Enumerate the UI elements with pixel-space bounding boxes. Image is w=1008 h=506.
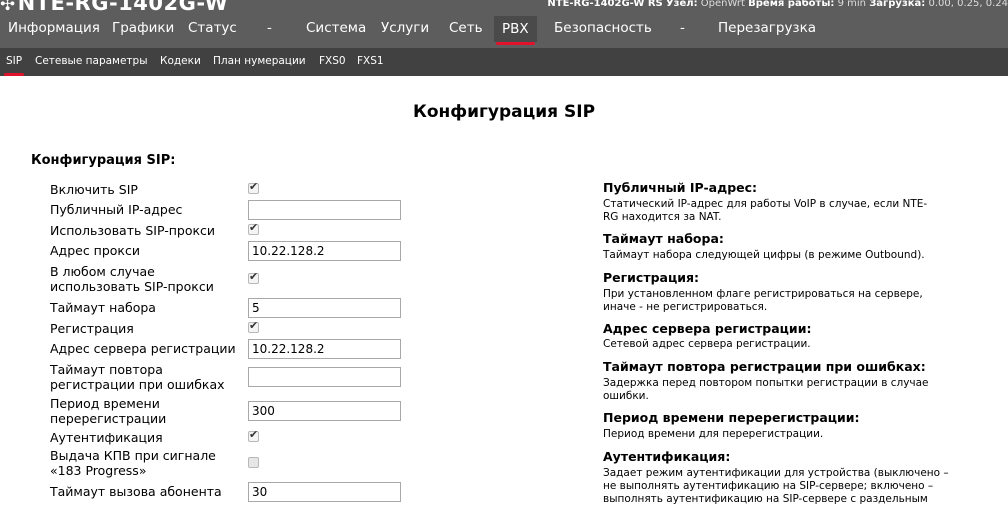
auth-label: Аутентификация [50, 430, 163, 445]
tab-fxs0[interactable]: FXS0 [319, 55, 346, 67]
eltex-logo-icon: ✣ [0, 0, 16, 15]
rereg-period-label-line2: перерегистрации [50, 411, 167, 426]
rereg-period-label-line1: Период времени [50, 396, 160, 411]
menu-system[interactable]: Система [306, 20, 366, 36]
menu-reboot[interactable]: Перезагрузка [718, 20, 816, 36]
reg-retry-label-line1: Таймаут повтора [50, 362, 163, 377]
call-timeout-label: Таймаут вызова абонента [50, 484, 222, 499]
device-name: NTE-RG-1402G-W RS [547, 0, 663, 9]
proxy-address-input[interactable] [248, 241, 401, 261]
help-registration-line2: иначе - не регистрироваться. [603, 301, 768, 313]
help-reg-retry-line1: Задержка перед повтором попытки регистра… [603, 377, 929, 389]
help-auth-line3: выполнять аутентификацию на SIP-сервере … [603, 493, 928, 505]
reg-retry-input[interactable] [248, 367, 401, 387]
reg-server-label: Адрес сервера регистрации [50, 341, 236, 356]
tab-numbering-plan[interactable]: План нумерации [213, 55, 306, 67]
use-proxy-label: Использовать SIP-прокси [50, 223, 216, 238]
help-rereg-period-text: Период времени для перерегистрации. [603, 428, 973, 441]
help-auth-title: Аутентификация: [603, 449, 731, 464]
help-dial-timeout-text: Таймаут набора следующей цифры (в режиме… [603, 249, 973, 262]
status-line: NTE-RG-1402G-W RS Узел: OpenWrt Время ра… [547, 0, 1008, 9]
help-rereg-period-line1: Период времени для перерегистрации. [603, 428, 824, 440]
dial-timeout-input[interactable] [248, 298, 401, 318]
auth-checkbox[interactable] [248, 428, 259, 442]
load-label: Загрузка: [869, 0, 926, 9]
tab-codecs[interactable]: Кодеки [160, 55, 201, 67]
menu-services[interactable]: Услуги [381, 20, 429, 36]
dial-timeout-label: Таймаут набора [50, 300, 156, 315]
node-label: Узел: [665, 0, 698, 9]
help-dial-timeout-title: Таймаут набора: [603, 231, 724, 246]
help-rereg-period-title: Период времени перерегистрации: [603, 410, 860, 425]
menu-pbx[interactable]: PBX [494, 16, 537, 45]
menu-separator-2[interactable]: - [680, 20, 685, 36]
help-auth-line1: Задает режим аутентификации для устройст… [603, 467, 949, 479]
public-ip-input[interactable] [248, 200, 401, 220]
main-menu: Информация Графики Статус - Система Услу… [0, 14, 1008, 46]
call-timeout-input[interactable] [248, 482, 401, 502]
uptime-value: 9 min [837, 0, 866, 9]
help-registration-line1: При установленном флаге регистрироваться… [603, 288, 923, 300]
sub-menu: SIP Сетевые параметры Кодеки План нумера… [0, 48, 1008, 76]
help-reg-server-title: Адрес сервера регистрации: [603, 321, 812, 336]
load-value: 0.00, 0.25, 0.24 [928, 0, 1008, 9]
help-auth-text: Задает режим аутентификации для устройст… [603, 467, 973, 506]
proxy-address-label: Адрес прокси [50, 243, 140, 258]
rereg-period-input[interactable] [248, 401, 401, 421]
help-reg-retry-title: Таймаут повтора регистрации при ошибках: [603, 359, 926, 374]
reg-retry-label-line2: регистрации при ошибках [50, 377, 225, 392]
help-public-ip-title: Публичный IP-адрес: [603, 180, 758, 195]
page-title: Конфигурация SIP [412, 102, 596, 122]
help-reg-server-text: Сетевой адрес сервера регистрации. [603, 338, 973, 351]
help-auth-line2: не выполнять аутентификацию на SIP-серве… [603, 480, 934, 492]
enable-sip-checkbox[interactable] [248, 180, 259, 194]
always-proxy-checkbox[interactable] [248, 270, 259, 284]
reg-server-input[interactable] [248, 339, 401, 359]
always-proxy-label-line2: использовать SIP-прокси [50, 279, 214, 294]
always-proxy-label-line1: В любом случае [50, 264, 155, 279]
section-title: Конфигурация SIP: [31, 153, 176, 168]
help-reg-retry-line2: ошибки. [603, 390, 649, 402]
help-reg-server-line1: Сетевой адрес сервера регистрации. [603, 338, 811, 350]
help-public-ip-text: Статический IP-адрес для работы VoIP в с… [603, 198, 973, 224]
menu-info[interactable]: Информация [8, 20, 100, 36]
menu-security[interactable]: Безопасность [554, 20, 652, 36]
registration-checkbox[interactable] [248, 319, 259, 333]
help-registration-text: При установленном флаге регистрироваться… [603, 288, 973, 314]
kpv-183-checkbox[interactable] [248, 457, 259, 468]
help-dial-timeout-line1: Таймаут набора следующей цифры (в режиме… [603, 249, 925, 261]
top-header: ✣NTE-RG-1402G-W NTE-RG-1402G-W RS Узел: … [0, 0, 1008, 48]
node-value: OpenWrt [700, 0, 745, 9]
menu-status[interactable]: Статус [188, 20, 237, 36]
tab-fxs1[interactable]: FXS1 [357, 55, 384, 67]
menu-network[interactable]: Сеть [449, 20, 483, 36]
help-public-ip-line2: RG находится за NAT. [603, 211, 722, 223]
brand-name: NTE-RG-1402G-W [17, 0, 229, 15]
use-proxy-checkbox[interactable] [248, 221, 259, 235]
tab-network-params[interactable]: Сетевые параметры [35, 55, 148, 67]
enable-sip-label: Включить SIP [50, 182, 138, 197]
menu-separator-1[interactable]: - [267, 20, 272, 36]
help-reg-retry-text: Задержка перед повтором попытки регистра… [603, 377, 973, 403]
uptime-label: Время работы: [748, 0, 835, 9]
help-public-ip-line1: Статический IP-адрес для работы VoIP в с… [603, 198, 928, 210]
menu-graphs[interactable]: Графики [112, 20, 174, 36]
public-ip-label: Публичный IP-адрес [50, 202, 183, 217]
registration-label: Регистрация [50, 321, 134, 336]
kpv-183-label-line1: Выдача КПВ при сигнале [50, 448, 216, 463]
tab-sip[interactable]: SIP [3, 55, 25, 76]
help-registration-title: Регистрация: [603, 270, 700, 285]
brand-logo: ✣NTE-RG-1402G-W [0, 0, 228, 15]
kpv-183-label-line2: «183 Progress» [50, 463, 147, 478]
